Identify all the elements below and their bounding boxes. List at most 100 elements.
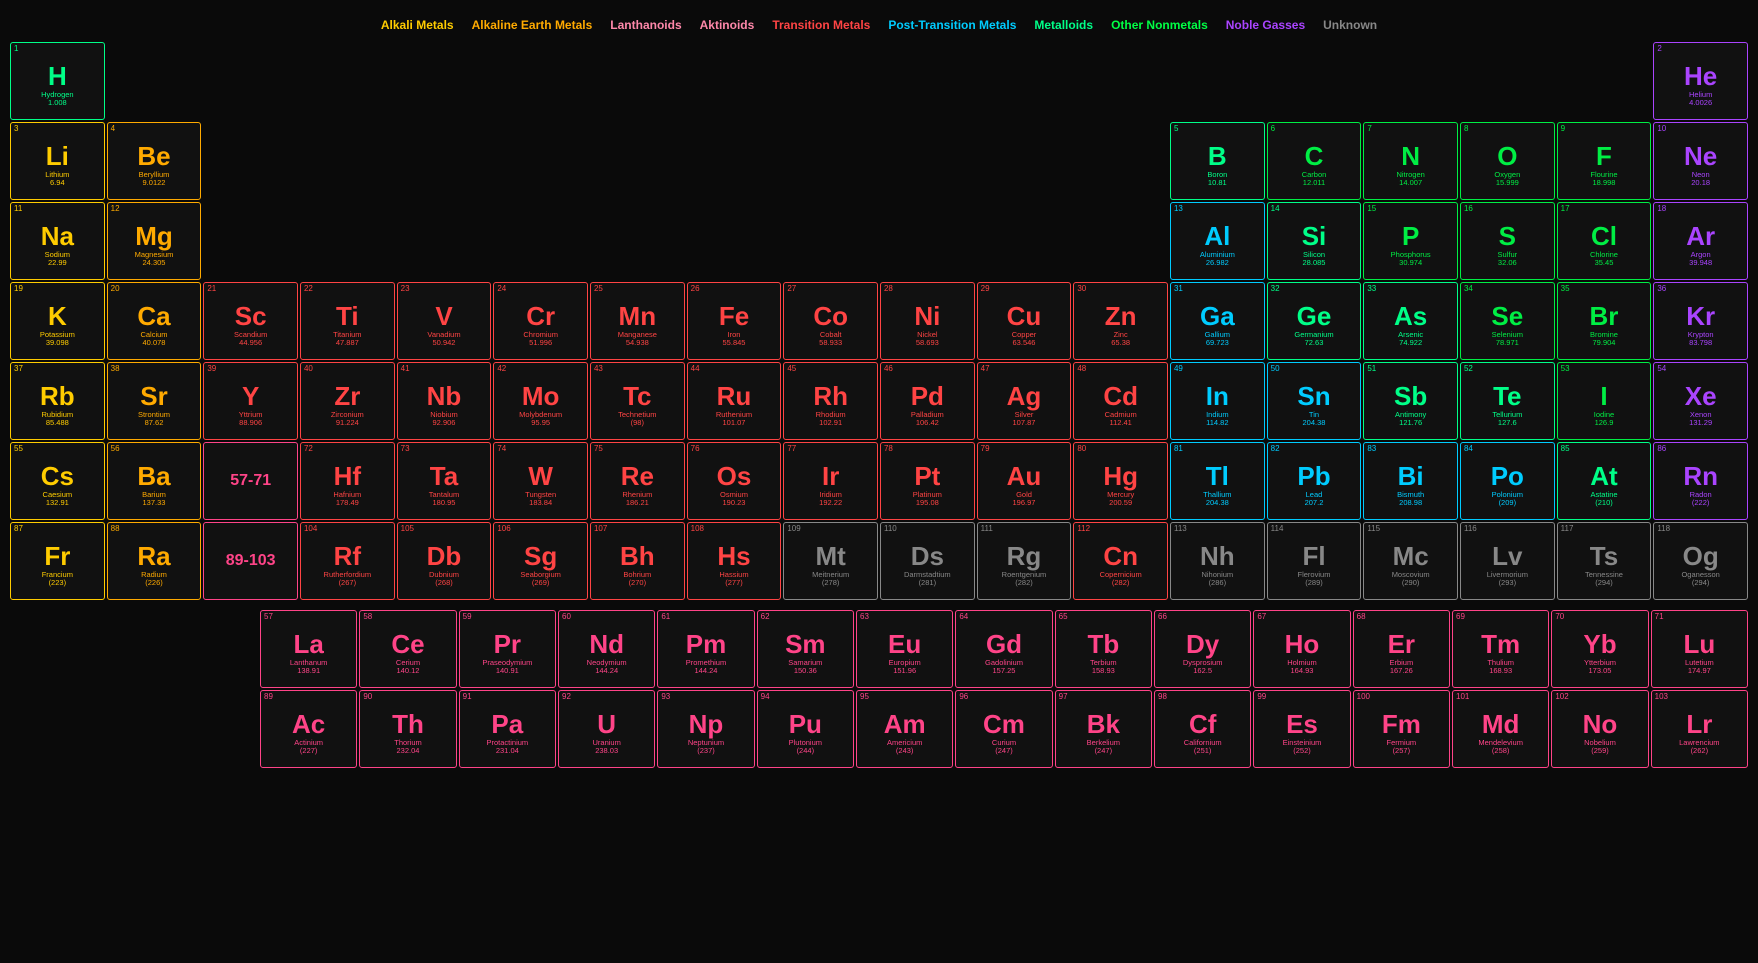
- element-er[interactable]: 68ErErbium167.26: [1353, 610, 1450, 688]
- element-rf[interactable]: 104RfRutherfordium(267): [300, 522, 395, 600]
- legend-item-metalloid[interactable]: Metalloids: [1034, 18, 1093, 32]
- element-ca[interactable]: 20CaCalcium40.078: [107, 282, 202, 360]
- element-cs[interactable]: 55CsCaesium132.91: [10, 442, 105, 520]
- element-ir[interactable]: 77IrIridium192.22: [783, 442, 878, 520]
- element-hs[interactable]: 108HsHassium(277): [687, 522, 782, 600]
- element-na[interactable]: 11NaSodium22.99: [10, 202, 105, 280]
- element-nh[interactable]: 113NhNihonium(286): [1170, 522, 1265, 600]
- element-ta[interactable]: 73TaTantalum180.95: [397, 442, 492, 520]
- element-lr[interactable]: 103LrLawrencium(262): [1651, 690, 1748, 768]
- element-sc[interactable]: 21ScScandium44.956: [203, 282, 298, 360]
- element-lu[interactable]: 71LuLutetium174.97: [1651, 610, 1748, 688]
- legend-item-post-transition[interactable]: Post-Transition Metals: [888, 18, 1016, 32]
- element-xe[interactable]: 54XeXenon131.29: [1653, 362, 1748, 440]
- element-ge[interactable]: 32GeGermanium72.63: [1267, 282, 1362, 360]
- element-rn[interactable]: 86RnRadon(222): [1653, 442, 1748, 520]
- element-cn[interactable]: 112CnCopernicium(282): [1073, 522, 1168, 600]
- element-v[interactable]: 23VVanadium50.942: [397, 282, 492, 360]
- element-sr[interactable]: 38SrStrontium87.62: [107, 362, 202, 440]
- legend-item-lanthanoid[interactable]: Lanthanoids: [610, 18, 681, 32]
- element-c[interactable]: 6CCarbon12.011: [1267, 122, 1362, 200]
- element-nb[interactable]: 41NbNiobium92.906: [397, 362, 492, 440]
- element-eu[interactable]: 63EuEuropium151.96: [856, 610, 953, 688]
- legend-item-alkali[interactable]: Alkali Metals: [381, 18, 454, 32]
- element-ts[interactable]: 117TsTennessine(294): [1557, 522, 1652, 600]
- element-cl[interactable]: 17ClChlorine35.45: [1557, 202, 1652, 280]
- element-kr[interactable]: 36KrKrypton83.798: [1653, 282, 1748, 360]
- element-mn[interactable]: 25MnManganese54.938: [590, 282, 685, 360]
- legend-item-actinoid[interactable]: Aktinoids: [700, 18, 755, 32]
- element-fl[interactable]: 114FlFlerovium(289): [1267, 522, 1362, 600]
- element-b[interactable]: 5BBoron10.81: [1170, 122, 1265, 200]
- element-md[interactable]: 101MdMendelevium(258): [1452, 690, 1549, 768]
- element-ac[interactable]: 89AcActinium(227): [260, 690, 357, 768]
- element-n[interactable]: 7NNitrogen14.007: [1363, 122, 1458, 200]
- element-rb[interactable]: 37RbRubidium85.488: [10, 362, 105, 440]
- element-pt[interactable]: 78PtPlatinum195.08: [880, 442, 975, 520]
- element-te[interactable]: 52TeTellurium127.6: [1460, 362, 1555, 440]
- element-lv[interactable]: 116LvLivermorium(293): [1460, 522, 1555, 600]
- element-be[interactable]: 4BeBeryllium9.0122: [107, 122, 202, 200]
- element-mt[interactable]: 109MtMeitnerium(278): [783, 522, 878, 600]
- element-br[interactable]: 35BrBromine79.904: [1557, 282, 1652, 360]
- element-tl[interactable]: 81TlThallium204.38: [1170, 442, 1265, 520]
- element-fr[interactable]: 87FrFrancium(223): [10, 522, 105, 600]
- element-as[interactable]: 33AsArsenic74.922: [1363, 282, 1458, 360]
- element-si[interactable]: 14SiSilicon28.085: [1267, 202, 1362, 280]
- element-pu[interactable]: 94PuPlutonium(244): [757, 690, 854, 768]
- element-ne[interactable]: 10NeNeon20.18: [1653, 122, 1748, 200]
- element-ru[interactable]: 44RuRuthenium101.07: [687, 362, 782, 440]
- element-al[interactable]: 13AlAluminium26.982: [1170, 202, 1265, 280]
- element-sn[interactable]: 50SnTin204.38: [1267, 362, 1362, 440]
- element-ni[interactable]: 28NiNickel58.693: [880, 282, 975, 360]
- element-pa[interactable]: 91PaProtactinium231.04: [459, 690, 556, 768]
- element-np[interactable]: 93NpNeptunium(237): [657, 690, 754, 768]
- legend-item-alkali-earth[interactable]: Alkaline Earth Metals: [472, 18, 593, 32]
- element-no[interactable]: 102NoNobelium(259): [1551, 690, 1648, 768]
- element-he[interactable]: 2HeHelium4.0026: [1653, 42, 1748, 120]
- element-au[interactable]: 79AuGold196.97: [977, 442, 1072, 520]
- element-ra[interactable]: 88RaRadium(226): [107, 522, 202, 600]
- element-db[interactable]: 105DbDubnium(268): [397, 522, 492, 600]
- element-yb[interactable]: 70YbYtterbium173.05: [1551, 610, 1648, 688]
- element-ar[interactable]: 18ArArgon39.948: [1653, 202, 1748, 280]
- legend-item-transition[interactable]: Transition Metals: [772, 18, 870, 32]
- element-cr[interactable]: 24CrChromium51.996: [493, 282, 588, 360]
- element-mg[interactable]: 12MgMagnesium24.305: [107, 202, 202, 280]
- element-f[interactable]: 9FFlourine18.998: [1557, 122, 1652, 200]
- element-hg[interactable]: 80HgMercury200.59: [1073, 442, 1168, 520]
- element-cm[interactable]: 96CmCurium(247): [955, 690, 1052, 768]
- element-hf[interactable]: 72HfHafnium178.49: [300, 442, 395, 520]
- element-bh[interactable]: 107BhBohrium(270): [590, 522, 685, 600]
- element-zr[interactable]: 40ZrZirconium91.224: [300, 362, 395, 440]
- element-rg[interactable]: 111RgRoentgenium(282): [977, 522, 1072, 600]
- element-sb[interactable]: 51SbAntimony121.76: [1363, 362, 1458, 440]
- element-pb[interactable]: 82PbLead207.2: [1267, 442, 1362, 520]
- element-p[interactable]: 15PPhosphorus30.974: [1363, 202, 1458, 280]
- element-mc[interactable]: 115McMoscovium(290): [1363, 522, 1458, 600]
- element-at[interactable]: 85AtAstatine(210): [1557, 442, 1652, 520]
- element-o[interactable]: 8OOxygen15.999: [1460, 122, 1555, 200]
- element-co[interactable]: 27CoCobalt58.933: [783, 282, 878, 360]
- element-se[interactable]: 34SeSelenium78.971: [1460, 282, 1555, 360]
- legend-item-unknown[interactable]: Unknown: [1323, 18, 1377, 32]
- element-th[interactable]: 90ThThorium232.04: [359, 690, 456, 768]
- element-in[interactable]: 49InIndium114.82: [1170, 362, 1265, 440]
- element-tm[interactable]: 69TmThulium168.93: [1452, 610, 1549, 688]
- element-tc[interactable]: 43TcTechnetium(98): [590, 362, 685, 440]
- element-h[interactable]: 1HHydrogen1.008: [10, 42, 105, 120]
- element-u[interactable]: 92UUranium238.03: [558, 690, 655, 768]
- element-ho[interactable]: 67HoHolmium164.93: [1253, 610, 1350, 688]
- element-fm[interactable]: 100FmFermium(257): [1353, 690, 1450, 768]
- element-w[interactable]: 74WTungsten183.84: [493, 442, 588, 520]
- element-po[interactable]: 84PoPolonium(209): [1460, 442, 1555, 520]
- element-bi[interactable]: 83BiBismuth208.98: [1363, 442, 1458, 520]
- element-s[interactable]: 16SSulfur32.06: [1460, 202, 1555, 280]
- element-ti[interactable]: 22TiTitanium47.887: [300, 282, 395, 360]
- element-zn[interactable]: 30ZnZinc65.38: [1073, 282, 1168, 360]
- element-dy[interactable]: 66DyDysprosium162.5: [1154, 610, 1251, 688]
- element-ce[interactable]: 58CeCerium140.12: [359, 610, 456, 688]
- element-ds[interactable]: 110DsDarmstadtium(281): [880, 522, 975, 600]
- element-cd[interactable]: 48CdCadmium112.41: [1073, 362, 1168, 440]
- element-ba[interactable]: 56BaBarium137.33: [107, 442, 202, 520]
